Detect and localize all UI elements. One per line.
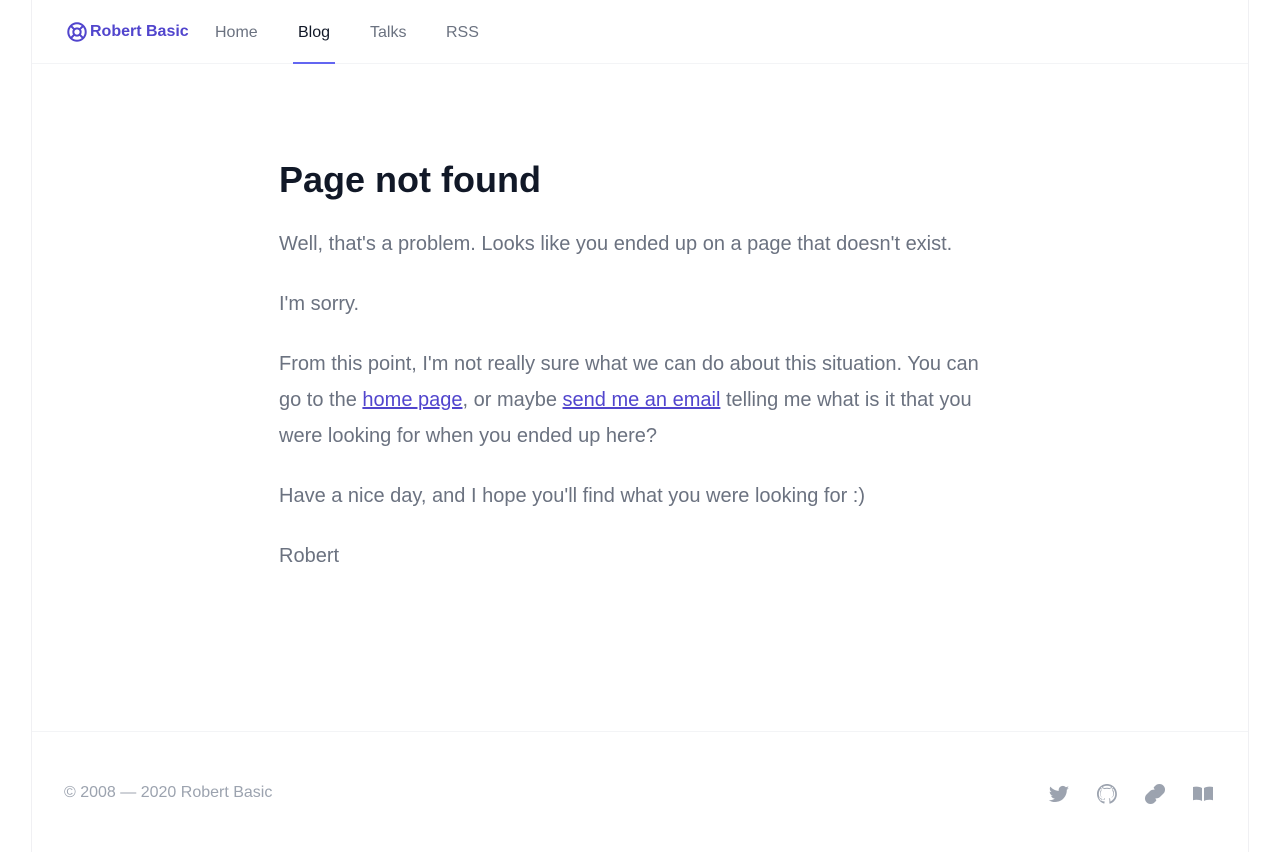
top-nav: Robert Basic Home Blog Talks RSS [32, 0, 1248, 64]
paragraph-nice-day: Have a nice day, and I hope you'll find … [279, 485, 866, 507]
nav-item-rss[interactable]: RSS [441, 0, 484, 64]
paragraph-problem: Well, that's a problem. Looks like you e… [279, 233, 953, 255]
nav-item-talks[interactable]: Talks [365, 0, 411, 64]
paragraph-help: From this point, I'm not really sure wha… [279, 346, 989, 454]
social-links [1047, 782, 1215, 806]
footer: © 2008 — 2020 Robert Basic [32, 731, 1248, 852]
paragraph-help-middle: , or maybe [462, 389, 563, 411]
copyright-text: © 2008 — 2020 Robert Basic [64, 784, 273, 801]
book-link[interactable] [1191, 782, 1215, 806]
brand-link[interactable]: Robert Basic [66, 21, 189, 43]
main-content: Page not found Well, that's a problem. L… [279, 158, 989, 598]
page-frame: Robert Basic Home Blog Talks RSS Page no… [31, 0, 1249, 852]
paragraph-sorry: I'm sorry. [279, 293, 360, 315]
page-title: Page not found [279, 159, 541, 200]
nav-item-home[interactable]: Home [210, 0, 263, 64]
link-icon [1144, 783, 1166, 805]
lifebuoy-icon [67, 22, 87, 42]
nav-item-blog[interactable]: Blog [293, 0, 336, 64]
signature: Robert [279, 545, 340, 567]
book-icon [1193, 786, 1213, 801]
website-link[interactable] [1143, 782, 1167, 806]
email-link[interactable]: send me an email [563, 389, 721, 411]
brand-name: Robert Basic [90, 23, 189, 40]
github-link[interactable] [1095, 782, 1119, 806]
twitter-link[interactable] [1047, 782, 1071, 806]
home-page-link[interactable]: home page [362, 389, 462, 411]
twitter-icon [1048, 785, 1069, 802]
github-icon [1097, 784, 1117, 804]
